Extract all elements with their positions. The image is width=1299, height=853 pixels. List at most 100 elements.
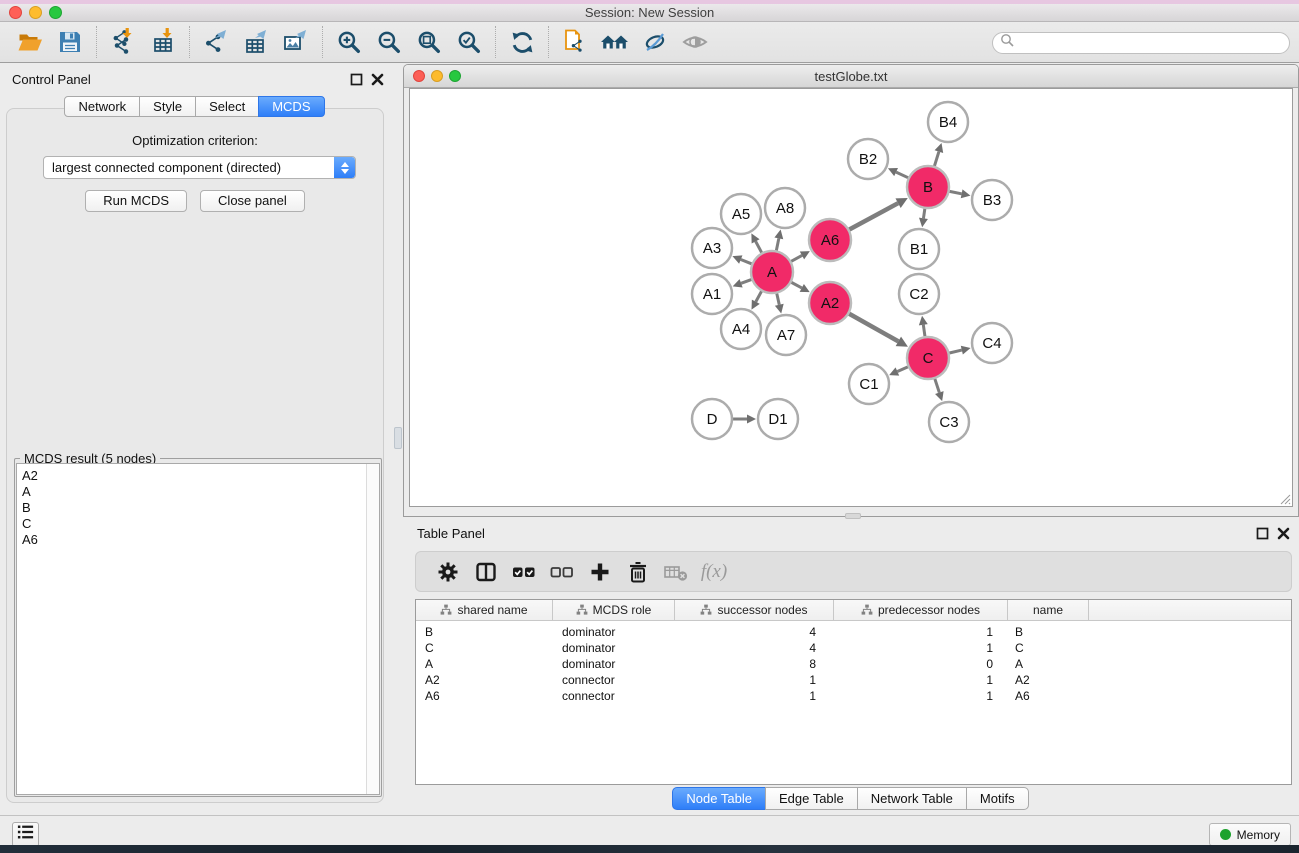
column-header-mcds-role[interactable]: MCDS role bbox=[553, 600, 675, 620]
open-session-icon[interactable] bbox=[13, 26, 47, 58]
graph-node-A4[interactable]: A4 bbox=[721, 309, 761, 349]
show-columns-icon[interactable] bbox=[467, 557, 505, 587]
graph-node-D[interactable]: D bbox=[692, 399, 732, 439]
table-cell-name[interactable]: B bbox=[1008, 625, 1089, 639]
export-network-icon[interactable] bbox=[199, 26, 233, 58]
memory-button[interactable]: Memory bbox=[1209, 823, 1291, 846]
table-cell-mcds_role[interactable]: dominator bbox=[553, 641, 675, 655]
table-row[interactable]: A2connector11A2 bbox=[416, 672, 1291, 688]
table-cell-mcds_role[interactable]: dominator bbox=[553, 657, 675, 671]
graph-edge-C-C1[interactable] bbox=[889, 367, 908, 376]
vertical-splitter-handle[interactable] bbox=[394, 427, 402, 449]
criterion-select[interactable]: largest connected component (directed) bbox=[43, 156, 356, 179]
zoom-fit-icon[interactable] bbox=[412, 26, 446, 58]
table-cell-successor_nodes[interactable]: 4 bbox=[675, 625, 834, 639]
tab-node-table[interactable]: Node Table bbox=[672, 787, 766, 810]
table-cell-predecessor_nodes[interactable]: 1 bbox=[834, 689, 1008, 703]
graph-edge-B-B4[interactable] bbox=[934, 143, 943, 166]
table-cell-shared_name[interactable]: A6 bbox=[416, 689, 553, 703]
tab-network-table[interactable]: Network Table bbox=[857, 787, 967, 810]
graph-edge-A-A1[interactable] bbox=[733, 279, 752, 287]
run-mcds-button[interactable]: Run MCDS bbox=[85, 190, 187, 212]
graph-node-A8[interactable]: A8 bbox=[765, 188, 805, 228]
graph-edge-A-A6[interactable] bbox=[791, 251, 810, 261]
zoom-out-icon[interactable] bbox=[372, 26, 406, 58]
graph-edge-A2-C[interactable] bbox=[849, 314, 908, 347]
deselect-all-icon[interactable] bbox=[543, 557, 581, 587]
preview-eye-icon[interactable] bbox=[678, 26, 712, 58]
graph-node-A1[interactable]: A1 bbox=[692, 274, 732, 314]
table-cell-name[interactable]: A2 bbox=[1008, 673, 1089, 687]
select-all-icon[interactable] bbox=[505, 557, 543, 587]
clone-network-icon[interactable] bbox=[558, 26, 592, 58]
show-hide-details-icon[interactable] bbox=[638, 26, 672, 58]
select-stepper-icon[interactable] bbox=[334, 157, 355, 178]
table-cell-successor_nodes[interactable]: 8 bbox=[675, 657, 834, 671]
graph-node-B4[interactable]: B4 bbox=[928, 102, 968, 142]
table-row[interactable]: Bdominator41B bbox=[416, 624, 1291, 640]
resize-grip-icon[interactable] bbox=[1279, 493, 1291, 505]
table-cell-shared_name[interactable]: B bbox=[416, 625, 553, 639]
graph-edge-A-A7[interactable] bbox=[775, 293, 784, 313]
tab-style[interactable]: Style bbox=[139, 96, 196, 117]
save-session-icon[interactable] bbox=[53, 26, 87, 58]
graph-edge-D-D1[interactable] bbox=[733, 415, 756, 424]
graph-edge-B-B1[interactable] bbox=[919, 209, 928, 227]
graph-node-B[interactable]: B bbox=[907, 166, 949, 208]
tab-mcds[interactable]: MCDS bbox=[258, 96, 324, 117]
table-cell-predecessor_nodes[interactable]: 1 bbox=[834, 641, 1008, 655]
tab-motifs[interactable]: Motifs bbox=[966, 787, 1029, 810]
export-image-icon[interactable] bbox=[279, 26, 313, 58]
table-cell-shared_name[interactable]: A bbox=[416, 657, 553, 671]
graph-edge-A-A2[interactable] bbox=[791, 282, 809, 292]
graph-edge-B-B2[interactable] bbox=[888, 168, 908, 178]
graph-node-B1[interactable]: B1 bbox=[899, 229, 939, 269]
graph-edge-A6-B[interactable] bbox=[849, 198, 907, 230]
refresh-icon[interactable] bbox=[505, 26, 539, 58]
delete-table-icon[interactable] bbox=[657, 557, 695, 587]
close-table-panel-icon[interactable] bbox=[1277, 527, 1290, 545]
graph-node-A6[interactable]: A6 bbox=[809, 219, 851, 261]
horizontal-splitter-handle[interactable] bbox=[845, 513, 861, 519]
table-cell-shared_name[interactable]: A2 bbox=[416, 673, 553, 687]
column-header-shared-name[interactable]: shared name bbox=[416, 600, 553, 620]
table-cell-name[interactable]: A bbox=[1008, 657, 1089, 671]
graph-node-B2[interactable]: B2 bbox=[848, 139, 888, 179]
table-cell-successor_nodes[interactable]: 1 bbox=[675, 673, 834, 687]
graph-node-A3[interactable]: A3 bbox=[692, 228, 732, 268]
table-row[interactable]: Adominator80A bbox=[416, 656, 1291, 672]
graph-node-D1[interactable]: D1 bbox=[758, 399, 798, 439]
graph-node-C4[interactable]: C4 bbox=[972, 323, 1012, 363]
result-list-item[interactable]: C bbox=[17, 516, 379, 532]
home-icon[interactable] bbox=[598, 26, 632, 58]
import-table-icon[interactable] bbox=[146, 26, 180, 58]
graph-edge-A-A4[interactable] bbox=[752, 291, 762, 309]
table-cell-predecessor_nodes[interactable]: 1 bbox=[834, 625, 1008, 639]
graph-node-A[interactable]: A bbox=[751, 251, 793, 293]
table-cell-predecessor_nodes[interactable]: 1 bbox=[834, 673, 1008, 687]
network-graph[interactable]: B4B2BB3A8A5A6A3B1AA1C2A2A4A7C4CC1C3DD1 bbox=[410, 89, 1292, 506]
table-cell-name[interactable]: A6 bbox=[1008, 689, 1089, 703]
network-canvas[interactable]: B4B2BB3A8A5A6A3B1AA1C2A2A4A7C4CC1C3DD1 bbox=[409, 88, 1293, 507]
table-row[interactable]: A6connector11A6 bbox=[416, 688, 1291, 704]
graph-edge-A-A8[interactable] bbox=[774, 230, 783, 251]
table-row[interactable]: Cdominator41C bbox=[416, 640, 1291, 656]
graph-node-C1[interactable]: C1 bbox=[849, 364, 889, 404]
tab-network[interactable]: Network bbox=[64, 96, 140, 117]
zoom-in-icon[interactable] bbox=[332, 26, 366, 58]
tab-select[interactable]: Select bbox=[195, 96, 259, 117]
result-list-item[interactable]: A bbox=[17, 484, 379, 500]
network-window-titlebar[interactable]: testGlobe.txt bbox=[404, 65, 1298, 88]
table-cell-mcds_role[interactable]: connector bbox=[553, 673, 675, 687]
graph-node-C3[interactable]: C3 bbox=[929, 402, 969, 442]
export-table-icon[interactable] bbox=[239, 26, 273, 58]
graph-edge-A-A5[interactable] bbox=[751, 233, 761, 252]
task-history-button[interactable] bbox=[12, 822, 39, 847]
close-panel-button[interactable]: Close panel bbox=[200, 190, 305, 212]
graph-edge-C-C4[interactable] bbox=[949, 346, 970, 355]
column-header-name[interactable]: name bbox=[1008, 600, 1089, 620]
settings-icon[interactable] bbox=[429, 557, 467, 587]
graph-node-C[interactable]: C bbox=[907, 337, 949, 379]
search-input[interactable] bbox=[992, 32, 1290, 54]
tab-edge-table[interactable]: Edge Table bbox=[765, 787, 858, 810]
